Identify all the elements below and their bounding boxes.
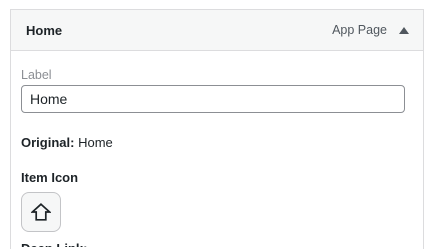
arrow-up-icon <box>399 26 409 34</box>
label-input[interactable] <box>21 85 405 113</box>
collapse-toggle-button[interactable] <box>397 23 411 37</box>
original-title: Original: Home <box>21 135 413 150</box>
item-icon-label: Item Icon <box>21 170 79 185</box>
menu-item-header[interactable]: Home App Page <box>11 10 423 51</box>
home-icon <box>31 203 51 221</box>
menu-item-settings: Label Original: Home Item Icon Deep Link… <box>11 51 423 247</box>
label-field-label: Label <box>21 68 52 82</box>
item-icon-picker-button[interactable] <box>21 192 61 232</box>
original-value: Home <box>78 135 113 150</box>
menu-item-title: Home <box>26 22 63 38</box>
deep-link-label: Deep Link: <box>21 239 413 247</box>
menu-item-panel: Home App Page Label Original: Home Item … <box>10 9 424 249</box>
original-label: Original: <box>21 135 75 150</box>
menu-item-type: App Page <box>332 23 387 37</box>
